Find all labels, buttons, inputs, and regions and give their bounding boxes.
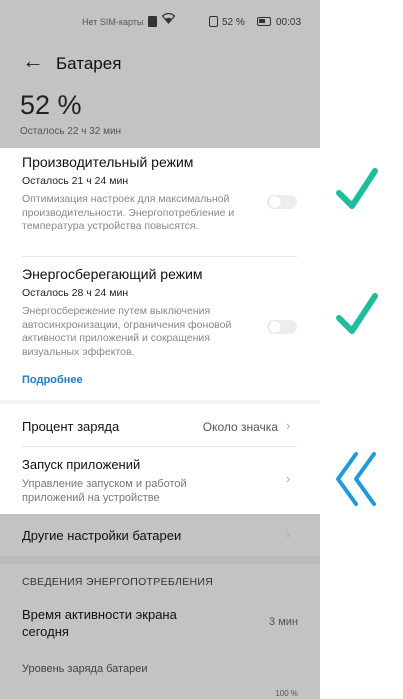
charge-percent-value: Около значка bbox=[202, 420, 278, 434]
performance-mode-toggle[interactable] bbox=[267, 195, 297, 209]
section-separator bbox=[0, 556, 320, 564]
performance-mode-description: Оптимизация настроек для максимальной пр… bbox=[22, 193, 235, 232]
modes-card: Производительный режим Осталось 21 ч 24 … bbox=[0, 148, 320, 400]
power-saving-mode-time: Осталось 28 ч 24 мин bbox=[22, 287, 129, 299]
wifi-icon bbox=[161, 12, 176, 27]
chevron-right-icon: › bbox=[286, 418, 291, 433]
power-saving-mode-item[interactable]: Энергосберегающий режим Осталось 28 ч 24… bbox=[22, 266, 282, 359]
sim-status-text: Нет SIM-карты bbox=[82, 17, 144, 27]
page-title: Батарея bbox=[56, 54, 122, 73]
more-info-link[interactable]: Подробнее bbox=[22, 374, 83, 386]
battery-level-chart-value: 100 % bbox=[275, 689, 298, 698]
checkmark-icon bbox=[336, 293, 378, 334]
app-launch-title: Запуск приложений bbox=[22, 457, 141, 472]
time-remaining-text: Осталось 22 ч 32 мин bbox=[20, 126, 122, 137]
performance-mode-time: Осталось 21 ч 24 мин bbox=[22, 175, 129, 187]
performance-mode-item[interactable]: Производительный режим Осталось 21 ч 24 … bbox=[22, 154, 282, 234]
power-saving-mode-description: Энергосбережение путем выключения автоси… bbox=[22, 305, 232, 358]
chevron-right-icon: › bbox=[286, 471, 291, 486]
screen-time-label: Время активности экрана сегодня bbox=[22, 607, 177, 639]
toggle-knob bbox=[269, 321, 281, 333]
nfc-icon bbox=[209, 16, 218, 27]
usage-section-header: СВЕДЕНИЯ ЭНЕРГОПОТРЕБЛЕНИЯ bbox=[22, 576, 214, 588]
checkmark-icon bbox=[336, 168, 378, 209]
divider bbox=[22, 446, 297, 447]
other-battery-settings-title: Другие настройки батареи bbox=[22, 528, 182, 543]
power-saving-mode-toggle[interactable] bbox=[267, 320, 297, 334]
back-arrow-icon[interactable]: ← bbox=[22, 48, 44, 74]
battery-level-label: Уровень заряда батареи bbox=[22, 663, 148, 675]
dimmed-lower-area: Другие настройки батареи › СВЕДЕНИЯ ЭНЕР… bbox=[0, 514, 320, 699]
battery-icon bbox=[257, 17, 271, 26]
battery-percent-text: 52 % bbox=[222, 17, 245, 28]
performance-mode-title: Производительный режим bbox=[22, 154, 194, 170]
divider bbox=[22, 256, 297, 257]
clock-text: 00:03 bbox=[276, 17, 302, 28]
app-launch-subtitle: Управление запуском и работой приложений… bbox=[22, 478, 187, 504]
phone-screen: Нет SIM-карты 52 % 00:03 ← Батарея 52 % … bbox=[0, 0, 320, 699]
double-chevron-left-icon bbox=[336, 452, 376, 506]
toggle-knob bbox=[269, 196, 281, 208]
power-saving-mode-title: Энергосберегающий режим bbox=[22, 266, 203, 282]
screen-time-value: 3 мин bbox=[269, 616, 298, 628]
charge-percent-title: Процент заряда bbox=[22, 419, 120, 434]
settings-card: Процент заряда Около значка › Запуск при… bbox=[0, 404, 320, 514]
chevron-right-icon: › bbox=[286, 527, 291, 542]
status-bar: Нет SIM-карты 52 % 00:03 bbox=[0, 0, 320, 42]
no-sim-icon bbox=[148, 16, 157, 27]
battery-header: ← Батарея 52 % Осталось 22 ч 32 мин bbox=[0, 42, 320, 148]
battery-level-value: 52 % bbox=[20, 90, 82, 120]
